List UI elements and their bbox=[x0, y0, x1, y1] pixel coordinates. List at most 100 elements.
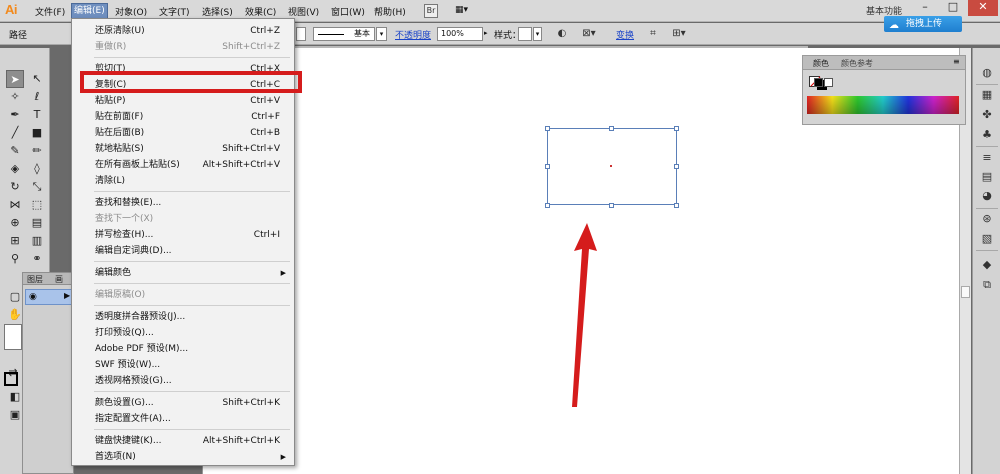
menu-item[interactable]: 拼写检查(H)... Ctrl+I bbox=[72, 227, 294, 243]
selected-rectangle[interactable] bbox=[547, 128, 677, 205]
chevron-down-icon[interactable]: ▾ bbox=[533, 27, 542, 41]
menu-edit[interactable]: 编辑(E) bbox=[71, 3, 108, 19]
blob-brush-tool-icon[interactable]: ◈ bbox=[6, 160, 24, 178]
layers-panel-icon[interactable]: ◆ bbox=[979, 258, 995, 272]
stroke-weight-dropdown[interactable] bbox=[296, 27, 306, 41]
menu-item[interactable]: 贴在前面(F) Ctrl+F bbox=[72, 109, 294, 125]
resize-handle[interactable] bbox=[545, 203, 550, 208]
resize-handle[interactable] bbox=[674, 203, 679, 208]
symbols-icon[interactable]: ♣ bbox=[979, 128, 995, 142]
perspective-grid-tool-icon[interactable]: ▤ bbox=[28, 214, 46, 232]
isolate-icon[interactable]: ⌗ bbox=[646, 27, 660, 41]
brushes-icon[interactable]: ✤ bbox=[979, 108, 995, 122]
tab-artboards[interactable]: 画 bbox=[55, 274, 63, 285]
graphic-style-swatch[interactable] bbox=[518, 27, 532, 41]
lasso-tool-icon[interactable]: ℓ bbox=[28, 88, 46, 106]
type-tool-icon[interactable]: T bbox=[28, 106, 46, 124]
transform-link[interactable]: 变换 bbox=[616, 28, 634, 41]
mesh-tool-icon[interactable]: ⊞ bbox=[6, 232, 24, 250]
menu-item[interactable]: 键盘快捷键(K)... Alt+Shift+Ctrl+K bbox=[72, 433, 294, 449]
menu-item[interactable]: 粘贴(P) Ctrl+V bbox=[72, 93, 294, 109]
stroke-profile-select[interactable]: 基本 bbox=[313, 27, 375, 41]
menu-effect[interactable]: 效果(C) bbox=[243, 5, 278, 19]
menu-item[interactable]: 编辑颜色 ▶ bbox=[72, 265, 294, 281]
maximize-button[interactable]: □ bbox=[940, 0, 966, 16]
menu-item[interactable]: Adobe PDF 预设(M)... bbox=[72, 341, 294, 357]
eyedropper-tool-icon[interactable]: ⚲ bbox=[6, 250, 24, 268]
color-panel-icon[interactable]: ◍ bbox=[979, 66, 995, 80]
menu-item[interactable]: 颜色设置(G)... Shift+Ctrl+K bbox=[72, 395, 294, 411]
arrange-documents-icon[interactable]: ▦▾ bbox=[455, 5, 475, 17]
free-transform-tool-icon[interactable]: ⬚ bbox=[28, 196, 46, 214]
menu-item[interactable]: SWF 预设(W)... bbox=[72, 357, 294, 373]
pen-tool-icon[interactable]: ✒ bbox=[6, 106, 24, 124]
eraser-tool-icon[interactable]: ◊ bbox=[28, 160, 46, 178]
menu-type[interactable]: 文字(T) bbox=[157, 5, 192, 19]
opacity-arrow-icon[interactable]: ▸ bbox=[484, 27, 492, 41]
black-swatch[interactable] bbox=[814, 78, 823, 87]
menu-item[interactable]: 打印预设(Q)... bbox=[72, 325, 294, 341]
eye-icon[interactable]: ◉ bbox=[29, 292, 37, 302]
white-swatch[interactable] bbox=[824, 78, 833, 87]
tab-color-guide[interactable]: 颜色参考 bbox=[841, 58, 873, 69]
width-tool-icon[interactable]: ⋈ bbox=[6, 196, 24, 214]
layer-row[interactable]: ◉ ▶ bbox=[25, 289, 73, 305]
resize-handle[interactable] bbox=[545, 126, 550, 131]
menu-item[interactable]: 查找和替换(E)... bbox=[72, 195, 294, 211]
rotate-tool-icon[interactable]: ↻ bbox=[6, 178, 24, 196]
scroll-thumb[interactable] bbox=[961, 286, 970, 298]
resize-handle[interactable] bbox=[545, 164, 550, 169]
menu-item[interactable]: 编辑自定词典(D)... bbox=[72, 243, 294, 259]
menu-object[interactable]: 对象(O) bbox=[113, 5, 149, 19]
appearance-panel-icon[interactable]: ⊛ bbox=[979, 212, 995, 226]
fill-swatch[interactable] bbox=[4, 324, 22, 350]
resize-handle[interactable] bbox=[674, 126, 679, 131]
transparency-panel-icon[interactable]: ◕ bbox=[979, 189, 995, 203]
tab-layers[interactable]: 图层 bbox=[27, 274, 43, 285]
menu-item[interactable]: 首选项(N) ▶ bbox=[72, 449, 294, 465]
resize-handle[interactable] bbox=[674, 164, 679, 169]
menu-item[interactable]: 透视网格预设(G)... bbox=[72, 373, 294, 389]
shape-builder-tool-icon[interactable]: ⊕ bbox=[6, 214, 24, 232]
menu-item[interactable]: 贴在后面(B) Ctrl+B bbox=[72, 125, 294, 141]
drag-upload-button[interactable]: ☁ 拖拽上传 bbox=[884, 16, 962, 32]
direct-selection-tool-icon[interactable]: ↖ bbox=[28, 70, 46, 88]
tab-color[interactable]: 颜色 bbox=[813, 58, 829, 69]
stroke-panel-icon[interactable]: ≡ bbox=[979, 151, 995, 165]
scale-tool-icon[interactable]: ⤡ bbox=[28, 178, 46, 196]
chevron-down-icon[interactable]: ▾ bbox=[376, 27, 387, 41]
menu-help[interactable]: 帮助(H) bbox=[372, 5, 408, 19]
artboards-panel-icon[interactable]: ⧉ bbox=[979, 278, 995, 292]
resize-handle[interactable] bbox=[609, 203, 614, 208]
color-spectrum[interactable] bbox=[807, 96, 959, 114]
close-button[interactable]: ✕ bbox=[968, 0, 998, 16]
resize-handle[interactable] bbox=[609, 126, 614, 131]
opacity-input[interactable]: 100% bbox=[437, 27, 483, 41]
line-tool-icon[interactable]: ╱ bbox=[6, 124, 24, 142]
gradient-tool-icon[interactable]: ▥ bbox=[28, 232, 46, 250]
menu-item[interactable]: 指定配置文件(A)... bbox=[72, 411, 294, 427]
magic-wand-tool-icon[interactable]: ✧ bbox=[6, 88, 24, 106]
graphic-styles-icon[interactable]: ▧ bbox=[979, 232, 995, 246]
menu-view[interactable]: 视图(V) bbox=[286, 5, 321, 19]
menu-item[interactable]: 在所有画板上粘贴(S) Alt+Shift+Ctrl+V bbox=[72, 157, 294, 173]
bridge-icon[interactable]: Br bbox=[424, 4, 438, 18]
recolor-artwork-icon[interactable]: ◐ bbox=[555, 27, 569, 41]
menu-item[interactable]: 透明度拼合器预设(J)... bbox=[72, 309, 294, 325]
menu-item[interactable]: 还原清除(U) Ctrl+Z bbox=[72, 23, 294, 39]
blend-tool-icon[interactable]: ⚭ bbox=[28, 250, 46, 268]
menu-file[interactable]: 文件(F) bbox=[33, 5, 67, 19]
menu-item[interactable]: 清除(L) bbox=[72, 173, 294, 189]
expand-arrow-icon[interactable]: ▶ bbox=[64, 291, 70, 300]
menu-window[interactable]: 窗口(W) bbox=[329, 5, 367, 19]
minimize-button[interactable]: – bbox=[912, 0, 938, 16]
menu-item[interactable]: 就地粘贴(S) Shift+Ctrl+V bbox=[72, 141, 294, 157]
gradient-panel-icon[interactable]: ▤ bbox=[979, 170, 995, 184]
panel-menu-icon[interactable]: ≡ bbox=[953, 57, 960, 66]
options-menu-icon[interactable]: ⊞▾ bbox=[672, 27, 686, 41]
swatches-icon[interactable]: ▦ bbox=[979, 88, 995, 102]
rectangle-tool-icon[interactable]: ■ bbox=[28, 124, 46, 142]
menu-select[interactable]: 选择(S) bbox=[200, 5, 235, 19]
paintbrush-tool-icon[interactable]: ✎ bbox=[6, 142, 24, 160]
selection-tool-icon[interactable]: ➤ bbox=[6, 70, 24, 88]
